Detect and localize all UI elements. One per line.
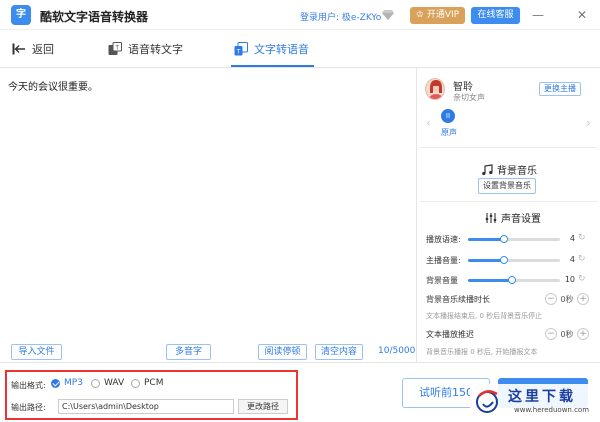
- change-voice-button[interactable]: 更换主播: [539, 82, 581, 96]
- radio-indicator: [51, 378, 60, 388]
- radio-indicator: [91, 378, 100, 388]
- bgm-delay-value[interactable]: 0秒: [557, 294, 577, 305]
- back-button[interactable]: 返回: [12, 30, 54, 68]
- app-title: 酷软文字语音转换器: [40, 10, 149, 24]
- watermark-title: 这里下载: [508, 389, 576, 405]
- format-wav-radio[interactable]: WAV: [91, 378, 124, 388]
- title-bar: 字 酷软文字语音转换器 登录用户: 极e-ZKYo ♔ 开通VIP 在线客服 —…: [0, 0, 600, 30]
- back-arrow-icon: [12, 43, 25, 55]
- equalizer-icon: [485, 212, 497, 223]
- text-to-speech-icon: T: [234, 42, 248, 56]
- tab-text-to-speech[interactable]: T 文字转语音: [234, 30, 309, 68]
- voice-avatar: [425, 78, 445, 100]
- watermark-logo-icon: [476, 390, 498, 413]
- reading-pause-button[interactable]: 阅读停顿: [258, 344, 307, 360]
- character-counter: 10/5000: [378, 346, 416, 356]
- diamond-icon: [382, 10, 394, 20]
- bgm-delay-stepper[interactable]: − 0秒 +: [545, 293, 589, 305]
- tab-speech-to-text[interactable]: T 语音转文字: [108, 30, 183, 68]
- decrement-button[interactable]: −: [545, 293, 557, 305]
- bgm-volume-value: 10: [564, 275, 575, 284]
- reset-icon[interactable]: ↻: [578, 254, 586, 264]
- decrement-button[interactable]: −: [545, 328, 557, 340]
- tab-bar: 返回 T 语音转文字 T 文字转语音: [0, 30, 600, 68]
- radio-indicator: [131, 378, 140, 388]
- open-vip-button[interactable]: ♔ 开通VIP: [410, 7, 465, 24]
- format-pcm-radio[interactable]: PCM: [131, 378, 163, 388]
- bgm-section-title: 背景音乐: [481, 162, 537, 177]
- bgm-delay-hint: 文本播报结束后, 0 秒后背景音乐停止: [426, 312, 543, 320]
- next-voice-icon[interactable]: ›: [586, 116, 591, 130]
- text-delay-stepper[interactable]: − 0秒 +: [545, 328, 589, 340]
- reset-icon[interactable]: ↻: [578, 233, 586, 243]
- minimize-icon[interactable]: —: [531, 8, 545, 22]
- speech-to-text-icon: T: [108, 42, 122, 55]
- speech-rate-slider[interactable]: [468, 235, 560, 243]
- text-editor[interactable]: 今天的会议很重要。: [0, 68, 417, 362]
- reset-icon[interactable]: ↻: [578, 274, 586, 284]
- voice-volume-slider[interactable]: [468, 256, 560, 264]
- text-delay-label: 文本播放推迟: [426, 330, 474, 339]
- svg-text:T: T: [114, 45, 119, 52]
- polyphone-button[interactable]: 多音字: [166, 344, 211, 360]
- format-mp3-radio[interactable]: MP3: [51, 378, 83, 388]
- editor-content[interactable]: 今天的会议很重要。: [8, 78, 98, 93]
- divider: [420, 201, 598, 202]
- online-service-button[interactable]: 在线客服: [471, 7, 520, 24]
- clear-content-button[interactable]: 清空内容: [315, 344, 363, 360]
- active-tab-indicator: [231, 65, 314, 67]
- pause-preview-button[interactable]: II: [441, 109, 455, 123]
- close-icon[interactable]: ✕: [575, 8, 589, 22]
- increment-button[interactable]: +: [577, 328, 589, 340]
- voice-volume-value: 4: [569, 255, 575, 264]
- output-path-label: 输出路径:: [11, 403, 46, 412]
- original-voice-label: 原声: [441, 128, 457, 137]
- bgm-volume-label: 背景音量: [426, 276, 458, 285]
- import-file-button[interactable]: 导入文件: [11, 344, 62, 360]
- divider: [420, 147, 598, 148]
- voice-description: 亲切女声: [453, 93, 485, 102]
- music-note-icon: [482, 163, 493, 175]
- bgm-volume-slider[interactable]: [468, 276, 560, 284]
- login-user-label[interactable]: 登录用户: 极e-ZKYo: [300, 10, 381, 23]
- app-logo-icon: 字: [11, 5, 31, 25]
- watermark-url: www.hereduown.com: [514, 406, 590, 414]
- voice-volume-label: 主播音量:: [426, 256, 461, 265]
- output-path-input[interactable]: [58, 399, 234, 414]
- text-delay-hint: 背景音乐播报 0 秒后, 开始播报文本: [426, 348, 538, 356]
- increment-button[interactable]: +: [577, 293, 589, 305]
- speech-rate-value: 4: [569, 234, 575, 243]
- watermark: 这里下载 www.hereduown.com: [470, 384, 598, 420]
- change-path-button[interactable]: 更改路径: [238, 399, 288, 414]
- output-format-label: 输出格式:: [11, 381, 46, 390]
- speech-rate-label: 播放语速:: [426, 235, 461, 244]
- text-delay-value[interactable]: 0秒: [557, 329, 577, 340]
- bgm-delay-label: 背景音乐续播时长: [426, 295, 490, 304]
- crown-icon: ♔: [415, 10, 427, 20]
- svg-text:T: T: [236, 49, 241, 56]
- set-bgm-button[interactable]: 设置背景音乐: [478, 178, 536, 194]
- sound-settings-title: 声音设置: [485, 210, 541, 225]
- voice-name: 智聆: [453, 82, 473, 93]
- prev-voice-icon[interactable]: ‹: [426, 116, 431, 130]
